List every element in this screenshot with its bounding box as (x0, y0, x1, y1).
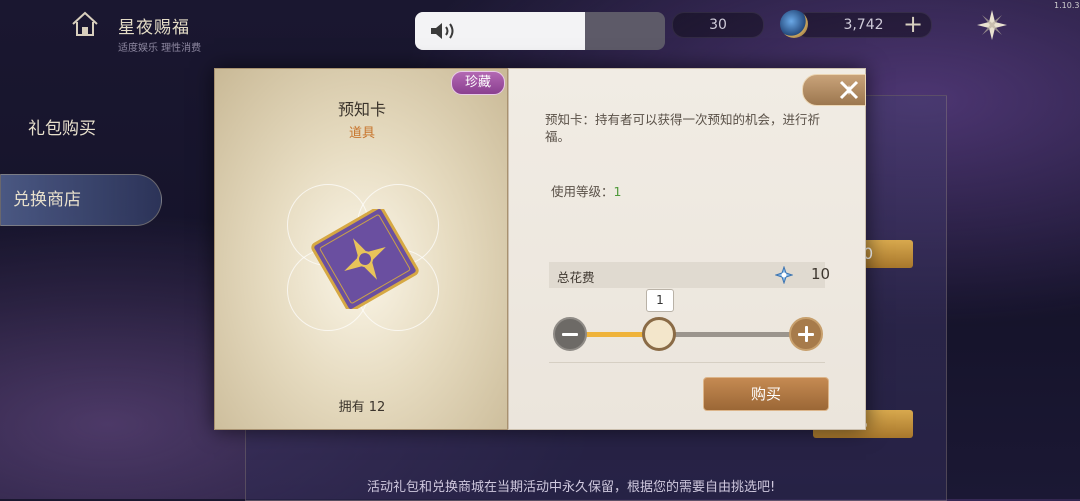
event-title: 星夜赐福 (118, 18, 190, 38)
sidebar-item-gift-packs[interactable]: 礼包购买 (0, 104, 176, 154)
sidebar-item-exchange-shop[interactable]: 兑换商店 (0, 174, 162, 226)
add-currency-icon[interactable]: + (902, 12, 924, 36)
divider (549, 362, 825, 363)
increase-quantity-button[interactable] (789, 317, 823, 351)
minus-icon (562, 333, 578, 336)
total-cost-value: 10 (811, 265, 831, 283)
currency-small: 30 (672, 12, 764, 38)
crystal-coin-icon (780, 10, 808, 38)
decrease-quantity-button[interactable] (553, 317, 587, 351)
owned-count: 拥有 12 (338, 400, 386, 415)
quantity-tooltip: 1 (646, 289, 674, 312)
footer-hint: 活动礼包和兑换商城在当期活动中永久保留，根据您的需要自由挑选吧! (367, 480, 776, 495)
total-cost-label: 总花费 (557, 270, 595, 285)
plus-icon-vertical (805, 326, 808, 342)
level-label: 使用等级： (551, 184, 614, 199)
item-purchase-dialog: 珍藏 预知卡 道具 拥有 12 预知卡：持有者可以获得一次预知的机会，进行祈福。… (214, 68, 866, 430)
speaker-icon (431, 23, 454, 39)
item-description: 预知卡：持有者可以获得一次预知的机会，进行祈福。 (545, 112, 821, 144)
buy-button[interactable]: 购买 (703, 377, 829, 411)
item-type: 道具 (348, 126, 375, 141)
item-detail-pane: 预知卡：持有者可以获得一次预知的机会，进行祈福。 使用等级：1 总花费 10 1… (508, 68, 866, 430)
rarity-badge: 珍藏 (451, 71, 505, 95)
close-icon (839, 80, 859, 100)
quantity-slider-thumb[interactable] (642, 317, 676, 351)
compass-star-icon[interactable] (975, 8, 1009, 42)
item-name: 预知卡 (337, 100, 386, 119)
home-icon[interactable] (70, 9, 100, 39)
required-level: 使用等级：1 (551, 181, 621, 200)
foresight-card-image (305, 206, 425, 312)
total-cost-row: 总花费 10 (549, 262, 830, 288)
version-label: 1.10.36 (1054, 1, 1080, 10)
item-preview-pane: 珍藏 预知卡 道具 拥有 12 (214, 68, 508, 430)
event-subtitle: 适度娱乐 理性消费 (118, 43, 202, 54)
close-button[interactable] (802, 74, 866, 106)
volume-indicator (415, 12, 665, 50)
level-value: 1 (613, 184, 622, 199)
blue-gem-icon (775, 266, 793, 284)
